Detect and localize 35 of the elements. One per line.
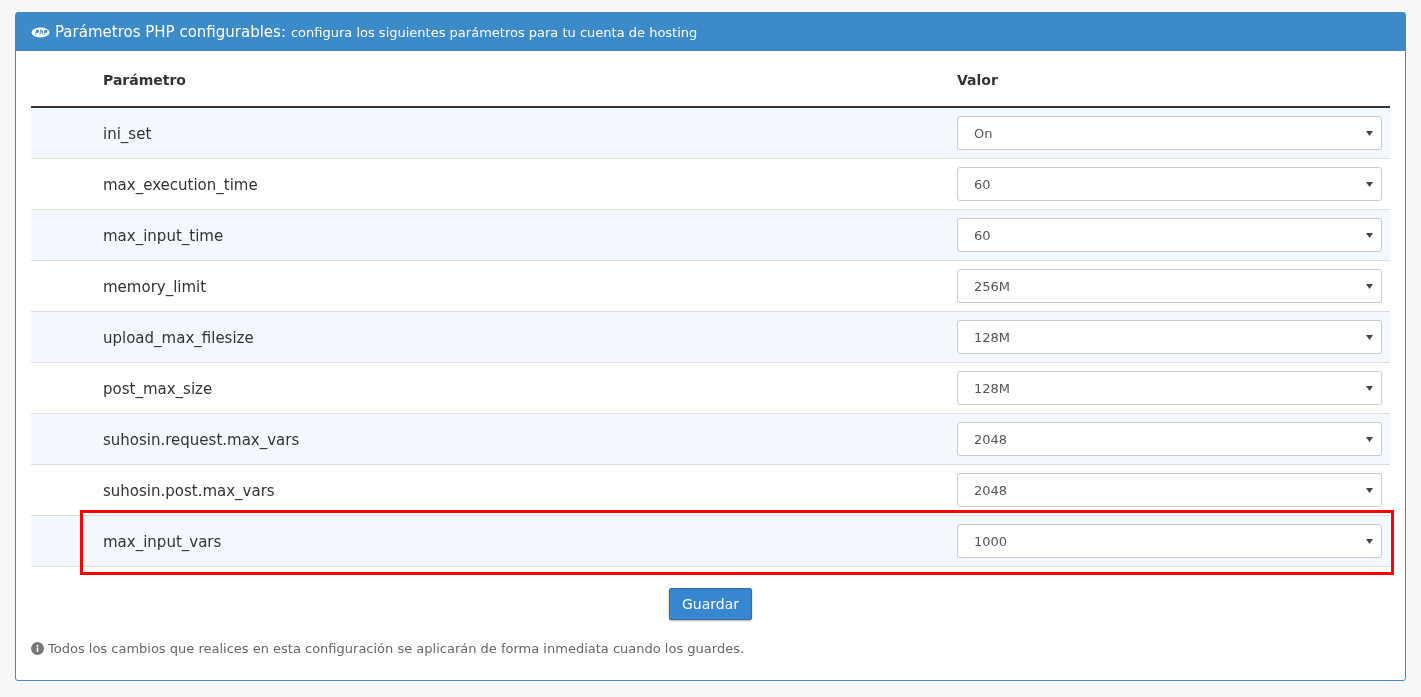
value-dropdown[interactable]: 128M xyxy=(957,320,1382,354)
caret-icon xyxy=(1366,130,1373,136)
caret-icon xyxy=(1366,487,1373,493)
parameter-name: upload_max_filesize xyxy=(103,328,254,347)
php-logo-icon xyxy=(31,26,50,38)
parameter-name: suhosin.post.max_vars xyxy=(103,481,275,500)
parameter-name: max_execution_time xyxy=(103,175,258,194)
value-dropdown[interactable]: 128M xyxy=(957,371,1382,405)
value-dropdown[interactable]: 2048 xyxy=(957,422,1382,456)
parameter-name: ini_set xyxy=(103,124,152,143)
caret-icon xyxy=(1366,334,1373,340)
panel-subtitle: configura los siguientes parámetros para tu cuenta de hosting xyxy=(290,24,698,40)
info-note: Todos los cambios que realices en esta configuración se aplicarán de forma inmediata cuando los guardes. xyxy=(48,641,745,656)
value-dropdown[interactable]: 1000 xyxy=(957,524,1382,558)
value-dropdown[interactable]: On xyxy=(957,116,1382,150)
value-dropdown[interactable]: 256M xyxy=(957,269,1382,303)
save-button[interactable]: Guardar xyxy=(668,588,752,620)
panel-title: Parámetros PHP configurables: xyxy=(55,23,286,41)
caret-icon xyxy=(1366,538,1373,544)
parameter-name: max_input_time xyxy=(103,226,224,245)
parameter-name: memory_limit xyxy=(103,277,207,296)
parameter-name: post_max_size xyxy=(103,379,213,398)
caret-icon xyxy=(1366,181,1373,187)
value-dropdown[interactable]: 2048 xyxy=(957,473,1382,507)
parameter-name: suhosin.request.max_vars xyxy=(103,430,300,449)
parameter-name: max_input_vars xyxy=(103,532,222,551)
caret-icon xyxy=(1366,385,1373,391)
info-icon xyxy=(31,642,44,655)
value-dropdown[interactable]: 60 xyxy=(957,167,1382,201)
column-header: Parámetro xyxy=(103,71,186,88)
caret-icon xyxy=(1366,232,1373,238)
caret-icon xyxy=(1366,436,1373,442)
column-header: Valor xyxy=(957,71,998,88)
value-dropdown[interactable]: 60 xyxy=(957,218,1382,252)
caret-icon xyxy=(1366,283,1373,289)
